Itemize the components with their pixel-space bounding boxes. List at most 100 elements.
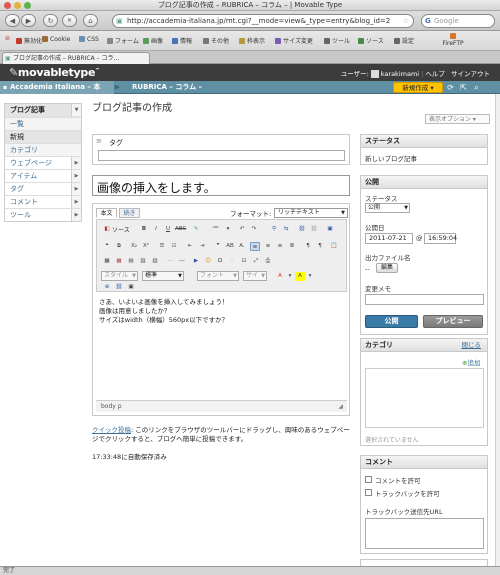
minimize-window-icon[interactable]	[14, 2, 21, 9]
chevron-down-icon[interactable]: ▾	[285, 272, 295, 281]
url-field[interactable]: ▣ http://accademia-italiana.jp/mt.cgi?__…	[112, 14, 414, 28]
anchor-icon[interactable]: ⊕	[102, 283, 112, 292]
bookmark-item[interactable]: FireFTP	[438, 33, 468, 47]
username-link[interactable]: karakimami	[381, 70, 419, 78]
publish-button[interactable]: 公開	[365, 315, 418, 328]
movabletype-logo[interactable]: ✎movabletype™	[9, 66, 100, 79]
block-format-select[interactable]: 標準 ▼	[142, 271, 184, 281]
cite-icon[interactable]: ❞	[213, 242, 223, 251]
refresh-icon[interactable]: ⟳	[446, 83, 455, 92]
search-input[interactable]: G Google	[421, 14, 495, 28]
insert-image-icon[interactable]: ▣	[325, 225, 335, 234]
nbsp-icon[interactable]: ·	[227, 257, 237, 266]
bookmark-item[interactable]: 画像	[143, 36, 163, 45]
entry-title-input[interactable]: 画像の挿入をします。	[92, 175, 350, 196]
bookmark-item[interactable]: 無効化	[16, 36, 42, 45]
bookmark-item[interactable]: フォーム	[107, 36, 139, 45]
italic-icon[interactable]: I	[151, 225, 161, 234]
reload-button[interactable]: ↻	[43, 14, 58, 27]
preview-button[interactable]: プレビュー	[423, 315, 483, 328]
emoticon-icon[interactable]: ☺	[203, 257, 213, 266]
sidebar-item-webpage[interactable]: ウェブページ ▶	[5, 156, 81, 169]
chevron-right-icon[interactable]: ▶	[71, 157, 81, 169]
gallery-icon[interactable]: ▣	[126, 283, 136, 292]
superscript-icon[interactable]: X²	[141, 242, 151, 251]
indent-icon[interactable]: ⇥	[197, 242, 207, 251]
bookmark-item[interactable]: CSS	[79, 36, 99, 43]
format-select[interactable]: リッチテキスト ▼	[274, 208, 348, 218]
ltr-icon[interactable]: ¶	[303, 242, 313, 251]
category-list[interactable]	[365, 368, 484, 428]
outdent-icon[interactable]: ⇤	[185, 242, 195, 251]
table-icon[interactable]: ▦	[102, 257, 112, 266]
bookmark-item[interactable]: Cookie	[42, 36, 70, 43]
close-link[interactable]: 閉じる	[462, 339, 482, 352]
align-left-icon[interactable]: ≡	[250, 242, 260, 251]
zoom-window-icon[interactable]	[24, 2, 31, 9]
close-window-icon[interactable]	[4, 2, 11, 9]
underline-icon[interactable]: U	[163, 225, 173, 234]
display-options-button[interactable]: 表示オプション ▾	[425, 114, 490, 124]
hr-insert-icon[interactable]: ―	[177, 257, 187, 266]
align-right-icon[interactable]: ≡	[275, 242, 285, 251]
table-props-icon[interactable]: ▤	[126, 257, 136, 266]
forward-button[interactable]: ▶	[21, 14, 36, 27]
bookmark-item[interactable]: サイズ変更	[275, 36, 313, 45]
allow-comments-checkbox[interactable]	[365, 476, 372, 483]
bullet-list-icon[interactable]: ☰	[157, 242, 167, 251]
strikethrough-icon[interactable]: ABC	[175, 225, 186, 234]
clear-format-icon[interactable]: ✎	[191, 225, 201, 234]
paste-icon[interactable]: 📋	[329, 242, 339, 251]
tag-input[interactable]	[98, 150, 345, 161]
subscript-icon[interactable]: X₂	[129, 242, 139, 251]
back-button[interactable]: ◀	[5, 14, 20, 27]
visual-aid-icon[interactable]: ⊡	[239, 257, 249, 266]
find-icon[interactable]: ⚲	[269, 225, 279, 234]
date-input[interactable]: 2011-07-21	[365, 233, 413, 244]
search-icon[interactable]: ⌕	[472, 83, 481, 92]
style-select[interactable]: スタイル ▼	[101, 271, 138, 281]
align-justify-icon[interactable]: ≣	[287, 242, 297, 251]
stop-button[interactable]: ✕	[62, 14, 77, 27]
chevron-right-icon[interactable]: ▶	[71, 183, 81, 195]
blockquote-icon[interactable]: ❝	[102, 242, 112, 251]
replace-icon[interactable]: ⇆	[281, 225, 291, 234]
home-button[interactable]: ⌂	[83, 14, 98, 27]
source-icon[interactable]: ◧	[102, 225, 112, 234]
bookmark-item[interactable]: ソース	[358, 36, 384, 45]
sidebar-item-category[interactable]: カテゴリ	[5, 143, 81, 156]
acronym-icon[interactable]: A.	[237, 242, 247, 251]
bookmark-item[interactable]: 設定	[394, 36, 414, 45]
abbr-icon[interactable]: AB	[225, 242, 235, 251]
tab-body[interactable]: 本文	[96, 208, 117, 218]
view-site-icon[interactable]: ⇱	[459, 83, 468, 92]
font-select[interactable]: フォント ▼	[197, 271, 239, 281]
editor-body[interactable]: さあ、いよいよ画像を挿入してみましょう！ 画像は用意しましたか？ サイズはwid…	[96, 294, 347, 398]
special-char-icon[interactable]: Ω	[215, 257, 225, 266]
add-category-link[interactable]: ⊕追加	[462, 357, 480, 367]
code-icon[interactable]: ⧉	[114, 242, 124, 251]
bookmark-star-icon[interactable]: ☆	[403, 15, 409, 28]
site-switcher[interactable]: ▪ Accademia Italiana – 本 ▶	[0, 81, 120, 94]
numbered-list-icon[interactable]: ☷	[169, 242, 179, 251]
link-icon[interactable]: ⛓	[114, 283, 124, 292]
chevron-right-icon[interactable]: ▶	[71, 170, 81, 182]
undo-icon[interactable]: ↶	[237, 225, 247, 234]
sidebar-head-entries[interactable]: ブログ記事 ▼	[5, 104, 81, 117]
chevron-down-icon[interactable]: ▾	[223, 225, 233, 234]
tab-more[interactable]: 続き	[119, 208, 140, 218]
browser-tab[interactable]: ▣ ブログ記事の作成 – RUBRICA – コラ...	[2, 52, 150, 64]
redo-icon[interactable]: ↷	[249, 225, 259, 234]
sidebar-item-comment[interactable]: コメント ▶	[5, 195, 81, 208]
fullscreen-icon[interactable]: ⤢	[251, 257, 261, 266]
table-col-icon[interactable]: ▥	[150, 257, 160, 266]
text-color-icon[interactable]: A	[275, 272, 285, 281]
link-icon[interactable]: ⛓	[297, 225, 307, 234]
quickpost-link[interactable]: クイック投稿	[92, 426, 131, 434]
sidebar-item-list[interactable]: 一覧	[5, 117, 81, 130]
chevron-down-icon[interactable]: ▾	[305, 272, 315, 281]
highlight-color-icon[interactable]: A	[295, 272, 305, 281]
align-center-icon[interactable]: ≡	[263, 242, 273, 251]
new-button[interactable]: 新規作成 ▾	[393, 82, 443, 93]
unlink-icon[interactable]: ⛓	[309, 225, 319, 234]
